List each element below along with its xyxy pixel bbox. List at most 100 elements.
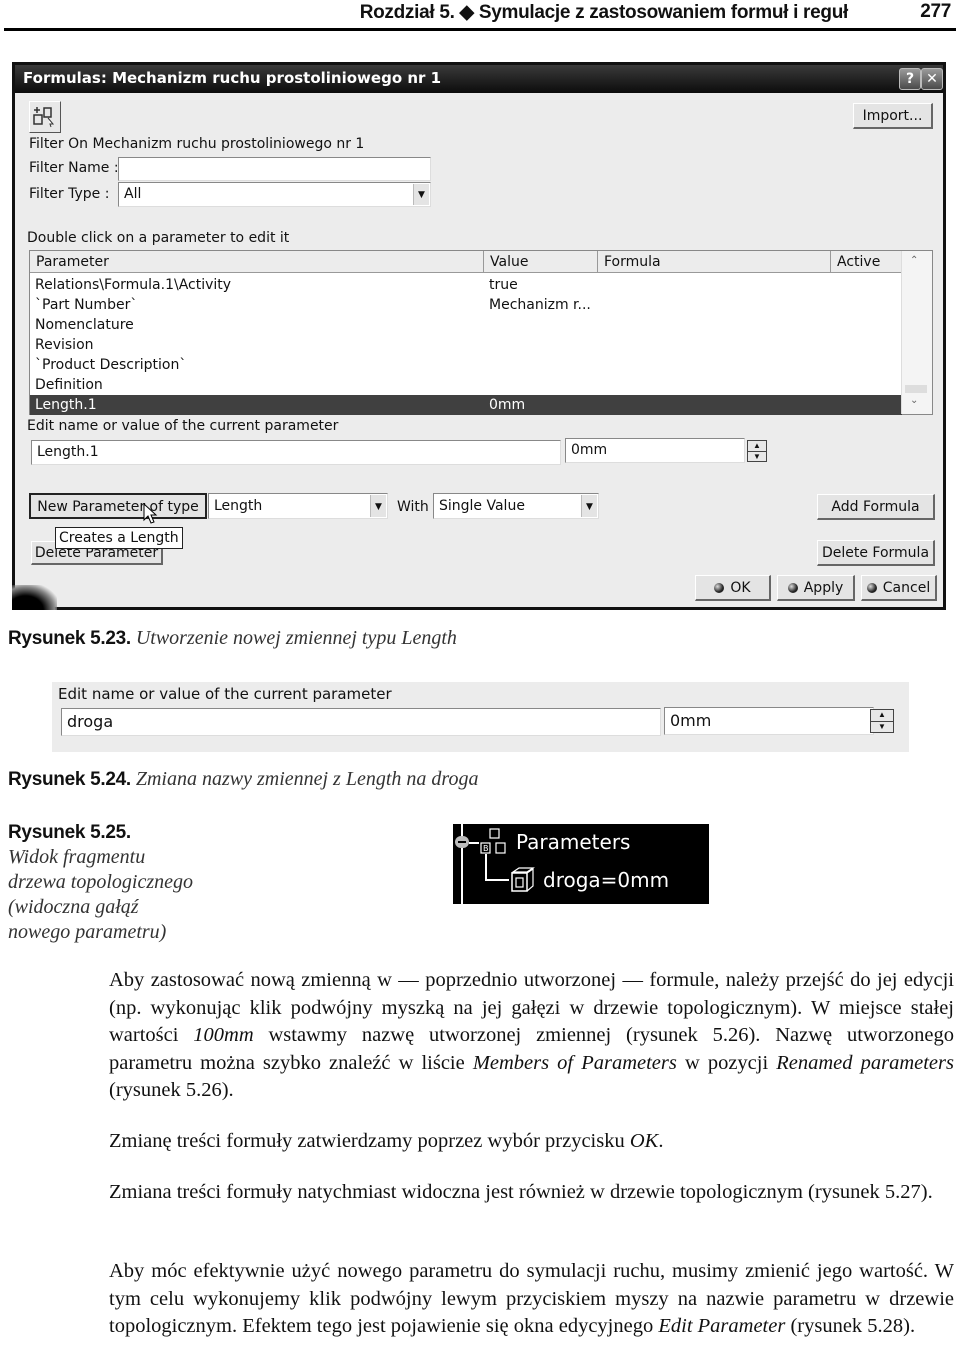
- cell-value: Mechanizm r...: [489, 297, 591, 313]
- page-number: 277: [920, 1, 951, 22]
- cell-parameter: Length.1: [35, 397, 97, 413]
- scroll-down-icon[interactable]: ⌄: [910, 395, 918, 406]
- parameter-table: Parameter Value Formula Active Relations…: [29, 250, 933, 415]
- import-button[interactable]: Import...: [853, 103, 933, 129]
- help-icon[interactable]: ?: [899, 68, 921, 90]
- formula-tree-icon: [33, 107, 55, 128]
- with-label: With: [397, 499, 429, 515]
- scroll-up-icon[interactable]: ⌃: [910, 255, 918, 266]
- cancel-label: Cancel: [882, 580, 931, 596]
- parameter-type-select[interactable]: Length ▼: [208, 493, 388, 519]
- figure-number: Rysunek 5.23.: [8, 628, 131, 649]
- caption-line: nowego parametru): [8, 921, 167, 943]
- chevron-down-icon: ▼: [413, 184, 429, 205]
- parameter-name-input[interactable]: Length.1: [31, 440, 561, 465]
- with-value: Single Value: [439, 498, 525, 514]
- table-row[interactable]: Relations\Formula.1\Activity true: [30, 275, 902, 295]
- cancel-button[interactable]: Cancel: [861, 575, 937, 601]
- chevron-down-icon: ▼: [370, 495, 386, 517]
- figure-caption-text: Utworzenie nowej zmiennej typu Length: [135, 627, 457, 649]
- apply-label: Apply: [803, 580, 844, 596]
- cell-parameter: Relations\Formula.1\Activity: [35, 277, 232, 293]
- dialog-title: Formulas: Mechanizm ruchu prostolinioweg…: [23, 69, 442, 87]
- paragraph: Aby móc efektywnie użyć nowego parametru…: [109, 1258, 954, 1341]
- new-parameter-button[interactable]: New Parameter of type: [29, 493, 207, 519]
- tree-node-droga[interactable]: droga=0mm: [543, 868, 669, 892]
- table-row-selected[interactable]: Length.1 0mm: [30, 395, 902, 415]
- caption-line: Widok fragmentu: [8, 846, 146, 868]
- paragraph: Zmiana treści formuły natychmiast widocz…: [109, 1181, 933, 1203]
- spin-up-icon[interactable]: ▲: [748, 441, 766, 451]
- text-run: Zmianę treści formuły zatwierdzamy poprz…: [109, 1130, 630, 1152]
- table-row[interactable]: `Part Number` Mechanizm r...: [30, 295, 902, 315]
- paragraph: Aby zastosować nową zmienną w — poprzedn…: [109, 967, 954, 1105]
- cell-parameter: Revision: [35, 337, 94, 353]
- dialog-titlebar: Formulas: Mechanizm ruchu prostolinioweg…: [15, 65, 943, 93]
- edit-parameter-panel: Edit name or value of the current parame…: [52, 682, 909, 752]
- spin-down-icon[interactable]: ▼: [871, 721, 893, 733]
- table-row[interactable]: Revision: [30, 335, 902, 355]
- specification-tree: B Parameters droga=0mm: [453, 824, 709, 904]
- formula-tree-button[interactable]: [29, 101, 61, 133]
- filter-name-input[interactable]: [118, 157, 431, 181]
- filter-type-select[interactable]: All ▼: [118, 182, 431, 207]
- scroll-thumb[interactable]: [905, 385, 927, 393]
- edit-label: Edit name or value of the current parame…: [58, 685, 392, 703]
- filter-type-label: Filter Type :: [29, 186, 110, 202]
- formulas-dialog: Formulas: Mechanizm ruchu prostolinioweg…: [12, 62, 946, 610]
- column-header-formula[interactable]: Formula: [598, 251, 831, 273]
- cell-value: true: [489, 277, 518, 293]
- with-select[interactable]: Single Value ▼: [433, 493, 599, 519]
- add-formula-button[interactable]: Add Formula: [817, 494, 935, 520]
- tree-branch-line: [469, 842, 479, 844]
- text-run: w pozycji: [676, 1051, 777, 1074]
- close-icon[interactable]: ✕: [921, 68, 943, 90]
- text-run: (rysunek 5.26).: [109, 1079, 234, 1101]
- cell-value: 0mm: [489, 397, 526, 413]
- corner-shadow: [12, 585, 57, 610]
- cell-parameter: Definition: [35, 377, 103, 393]
- collapse-icon[interactable]: [455, 836, 469, 848]
- figure-caption-5-25: Rysunek 5.25. Widok fragmentu drzewa top…: [8, 820, 193, 945]
- chevron-down-icon: ▼: [581, 495, 597, 517]
- table-row[interactable]: `Product Description`: [30, 355, 902, 375]
- paragraph: Zmianę treści formuły zatwierdzamy poprz…: [109, 1128, 954, 1156]
- tree-branch-line: [485, 854, 487, 880]
- filter-on-label: Filter On Mechanizm ruchu prostolinioweg…: [29, 136, 365, 152]
- parameters-set-icon: B: [480, 828, 506, 854]
- filter-type-value: All: [124, 186, 142, 202]
- tree-node-parameters[interactable]: Parameters: [516, 830, 630, 854]
- parameter-name-input[interactable]: droga: [61, 708, 661, 736]
- text-run-italic: 100mm: [193, 1024, 254, 1046]
- column-header-active[interactable]: Active: [831, 251, 902, 273]
- table-row[interactable]: Definition: [30, 375, 902, 395]
- spin-up-icon[interactable]: ▲: [871, 710, 893, 721]
- table-row[interactable]: Nomenclature: [30, 315, 902, 335]
- figure-caption-5-23: Rysunek 5.23. Utworzenie nowej zmiennej …: [8, 627, 457, 650]
- parameter-value-input[interactable]: 0mm: [565, 438, 745, 463]
- spin-down-icon[interactable]: ▼: [748, 451, 766, 462]
- text-run-italic: Edit Parameter: [658, 1315, 786, 1337]
- cancel-bullet-icon: [866, 583, 877, 593]
- chapter-title: Rozdział 5. ◆ Symulacje z zastosowaniem …: [359, 2, 849, 23]
- column-header-value[interactable]: Value: [484, 251, 598, 273]
- text-run: (rysunek 5.28).: [785, 1315, 916, 1337]
- cell-parameter: `Product Description`: [35, 357, 187, 373]
- table-scrollbar[interactable]: ⌃ ⌄: [901, 251, 932, 414]
- apply-button[interactable]: Apply: [777, 575, 855, 601]
- figure-number: Rysunek 5.24.: [8, 769, 131, 790]
- filter-name-label: Filter Name :: [29, 160, 119, 176]
- ok-button[interactable]: OK: [695, 575, 771, 601]
- cell-parameter: Nomenclature: [35, 317, 134, 333]
- caption-line: drzewa topologicznego: [8, 871, 193, 893]
- mouse-cursor-icon: [143, 503, 158, 524]
- delete-formula-button[interactable]: Delete Formula: [817, 540, 935, 566]
- parameter-icon: [511, 867, 535, 892]
- column-header-parameter[interactable]: Parameter: [30, 251, 484, 273]
- cell-parameter: `Part Number`: [35, 297, 138, 313]
- value-spinner[interactable]: ▲ ▼: [747, 440, 767, 462]
- caption-line: (widoczna gałąź: [8, 896, 139, 918]
- text-run: .: [658, 1130, 664, 1152]
- parameter-value-input[interactable]: 0mm: [664, 707, 874, 735]
- value-spinner[interactable]: ▲ ▼: [870, 709, 894, 733]
